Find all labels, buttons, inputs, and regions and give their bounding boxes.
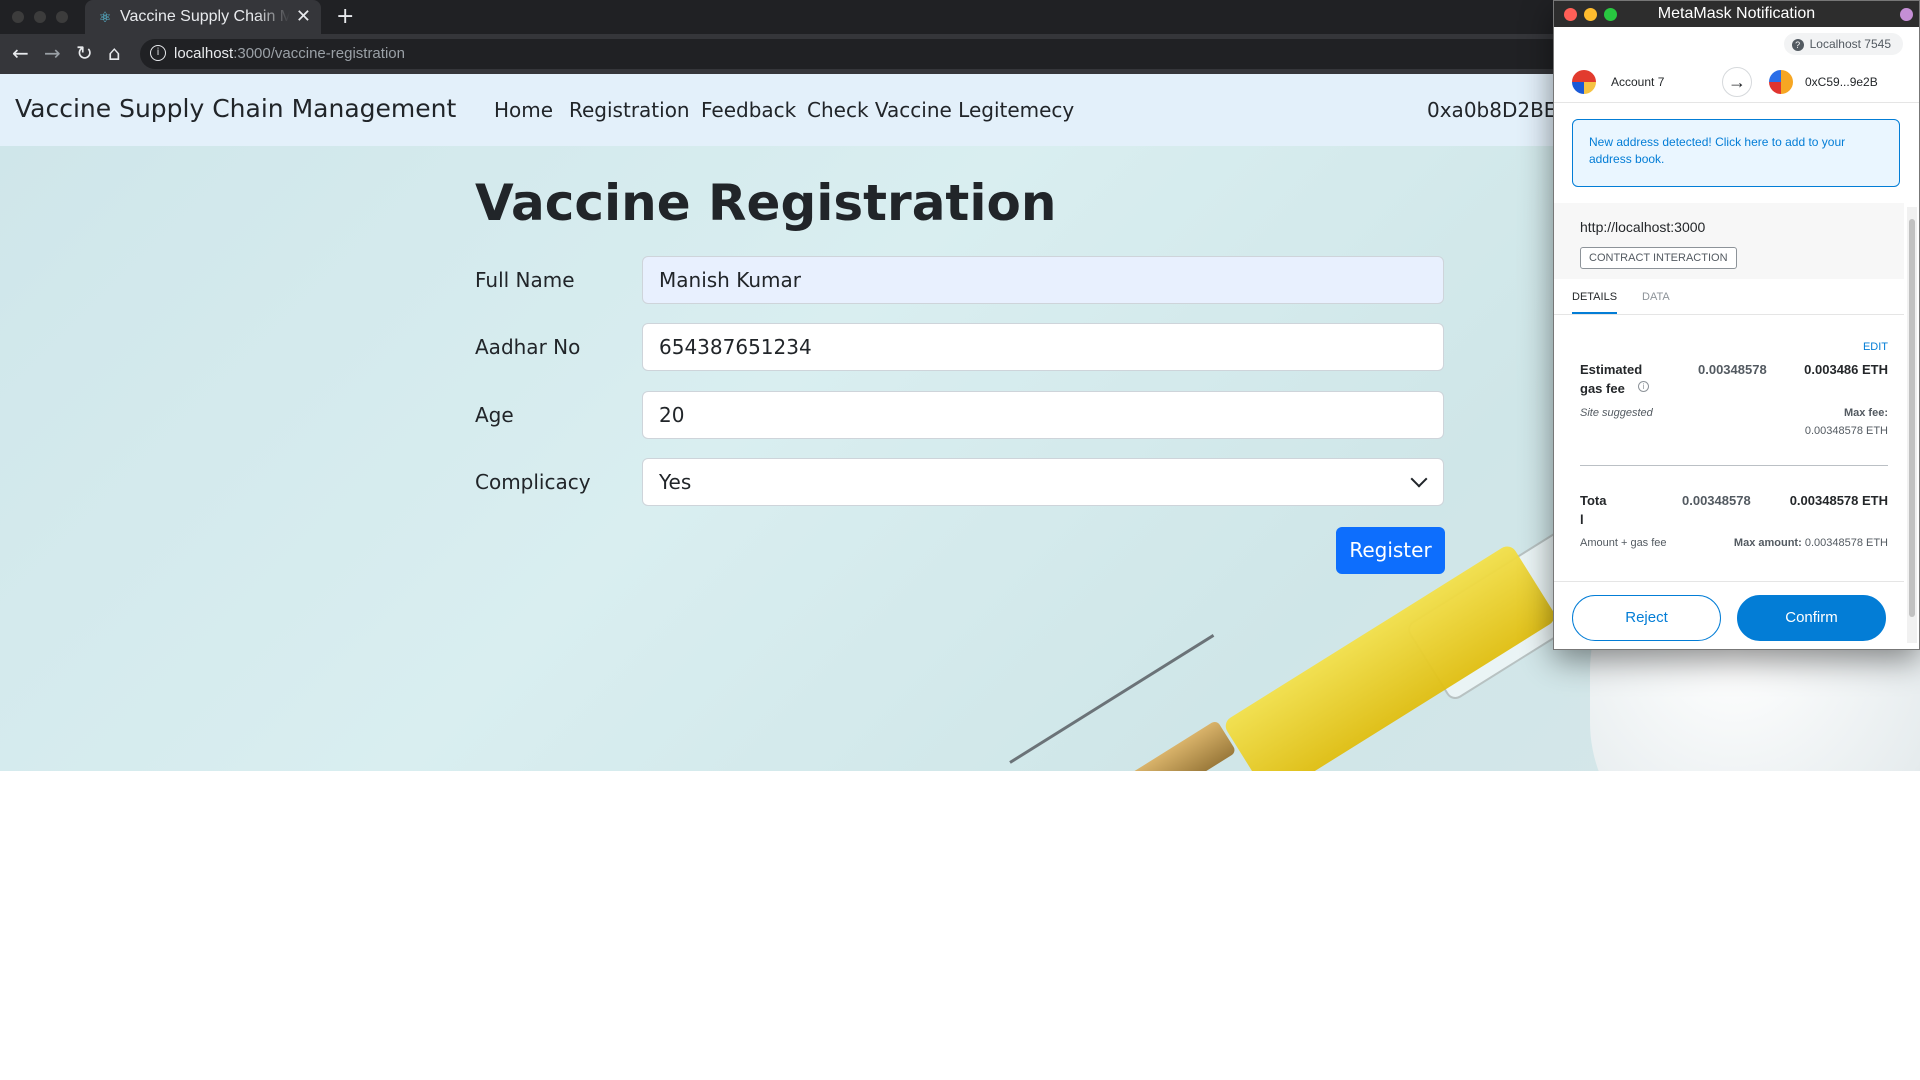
max-amount-value: 0.00348578 ETH bbox=[1804, 537, 1888, 549]
footer-divider bbox=[1554, 581, 1904, 582]
syringe-hub-image bbox=[1123, 719, 1237, 771]
back-arrow-icon[interactable]: ← bbox=[12, 43, 29, 63]
aadhar-label: Aadhar No bbox=[475, 335, 581, 359]
window-zoom-dot[interactable] bbox=[56, 11, 68, 23]
mm-minimize-dot[interactable] bbox=[1584, 8, 1597, 21]
url-host: localhost bbox=[174, 45, 234, 62]
url-path: :3000/vaccine-registration bbox=[233, 45, 405, 62]
complicacy-label: Complicacy bbox=[475, 470, 591, 494]
new-tab-button[interactable]: + bbox=[336, 4, 354, 29]
confirm-button[interactable]: Confirm bbox=[1737, 595, 1886, 641]
forward-arrow-icon[interactable]: → bbox=[44, 43, 61, 63]
origin-url: http://localhost:3000 bbox=[1580, 219, 1706, 235]
aadhar-input[interactable]: 654387651234 bbox=[642, 323, 1444, 371]
nav-link-home[interactable]: Home bbox=[494, 98, 553, 122]
url-text: localhost:3000/vaccine-registration bbox=[174, 45, 405, 62]
register-button[interactable]: Register bbox=[1336, 527, 1445, 574]
tab-title: Vaccine Supply Chain Management bbox=[120, 8, 290, 25]
chevron-down-icon bbox=[1410, 470, 1428, 488]
reload-icon[interactable]: ↻ bbox=[76, 43, 93, 63]
home-icon[interactable]: ⌂ bbox=[108, 43, 121, 63]
mm-tab-bar: DETAILS DATA bbox=[1554, 279, 1904, 315]
gas-fee-value: 0.003486 ETH bbox=[1804, 362, 1888, 377]
tab-close-icon[interactable]: ✕ bbox=[296, 6, 311, 27]
mm-close-dot[interactable] bbox=[1564, 8, 1577, 21]
complicacy-select[interactable]: Yes bbox=[642, 458, 1444, 506]
metamask-titlebar: MetaMask Notification bbox=[1554, 1, 1919, 27]
metamask-window-title: MetaMask Notification bbox=[1657, 5, 1816, 22]
account-transfer-row: Account 7 → 0xC59...9e2B bbox=[1554, 61, 1919, 103]
from-account-identicon bbox=[1572, 70, 1596, 94]
react-icon: ⚛ bbox=[98, 9, 112, 25]
brand-title[interactable]: Vaccine Supply Chain Management bbox=[15, 94, 456, 123]
network-pill[interactable]: ? Localhost 7545 bbox=[1783, 33, 1903, 55]
edit-gas-link[interactable]: EDIT bbox=[1863, 341, 1888, 353]
divider bbox=[1580, 465, 1888, 466]
age-label: Age bbox=[475, 403, 514, 427]
contract-interaction-badge: CONTRACT INTERACTION bbox=[1580, 247, 1737, 269]
max-amount: Max amount: 0.00348578 ETH bbox=[1734, 537, 1888, 549]
mm-extra-dot bbox=[1900, 8, 1913, 21]
total-label-line2: l bbox=[1580, 512, 1584, 527]
nav-link-feedback[interactable]: Feedback bbox=[701, 98, 796, 122]
mm-scrollbar-thumb[interactable] bbox=[1909, 219, 1915, 617]
arrow-right-icon: → bbox=[1722, 67, 1752, 97]
max-amount-label: Max amount: bbox=[1733, 537, 1802, 549]
tab-data[interactable]: DATA bbox=[1642, 291, 1670, 303]
nav-link-check-legitimacy[interactable]: Check Vaccine Legitemecy bbox=[807, 98, 1074, 122]
total-value-muted: 0.00348578 bbox=[1682, 493, 1751, 508]
mm-zoom-dot[interactable] bbox=[1604, 8, 1617, 21]
gas-fee-value-muted: 0.00348578 bbox=[1698, 362, 1767, 377]
nav-link-registration[interactable]: Registration bbox=[569, 98, 690, 122]
site-info-icon[interactable]: i bbox=[150, 45, 166, 61]
full-name-label: Full Name bbox=[475, 268, 575, 292]
total-value: 0.00348578 ETH bbox=[1789, 493, 1888, 508]
mm-scrollbar[interactable] bbox=[1907, 207, 1917, 643]
account-address: 0xa0b8D2BEA bbox=[1427, 98, 1571, 122]
details-panel: EDIT Estimated gas fee i 0.00348578 0.00… bbox=[1554, 315, 1904, 581]
age-input[interactable]: 20 bbox=[642, 391, 1444, 439]
from-account-name: Account 7 bbox=[1611, 75, 1665, 89]
to-account-address: 0xC59...9e2B bbox=[1805, 75, 1878, 89]
total-label-line1: Tota bbox=[1580, 493, 1607, 508]
full-name-input[interactable]: Manish Kumar bbox=[642, 256, 1444, 304]
page-title: Vaccine Registration bbox=[475, 174, 1057, 232]
network-question-icon: ? bbox=[1791, 39, 1804, 51]
gas-fee-label-line2: gas fee bbox=[1580, 381, 1625, 396]
to-account-identicon bbox=[1769, 70, 1793, 94]
tab-details[interactable]: DETAILS bbox=[1572, 291, 1618, 314]
max-fee-value: 0.00348578 ETH bbox=[1804, 425, 1888, 437]
site-suggested-label: Site suggested bbox=[1580, 407, 1653, 419]
amount-plus-gas-label: Amount + gas fee bbox=[1580, 537, 1667, 549]
reject-button[interactable]: Reject bbox=[1572, 595, 1721, 641]
metamask-popup: MetaMask Notification ? Localhost 7545 Ac… bbox=[1553, 0, 1920, 650]
window-minimize-dot[interactable] bbox=[34, 11, 46, 23]
gas-fee-label-line1: Estimated bbox=[1580, 362, 1643, 377]
max-fee-label: Max fee: bbox=[1843, 407, 1888, 419]
gas-info-icon[interactable]: i bbox=[1638, 381, 1649, 392]
network-name: Localhost 7545 bbox=[1809, 37, 1891, 51]
window-close-dot[interactable] bbox=[12, 11, 24, 23]
complicacy-selected-value: Yes bbox=[659, 470, 692, 494]
browser-tab-active[interactable]: ⚛ Vaccine Supply Chain Management ✕ bbox=[85, 0, 321, 34]
new-address-alert[interactable]: New address detected! Click here to add … bbox=[1572, 119, 1900, 187]
